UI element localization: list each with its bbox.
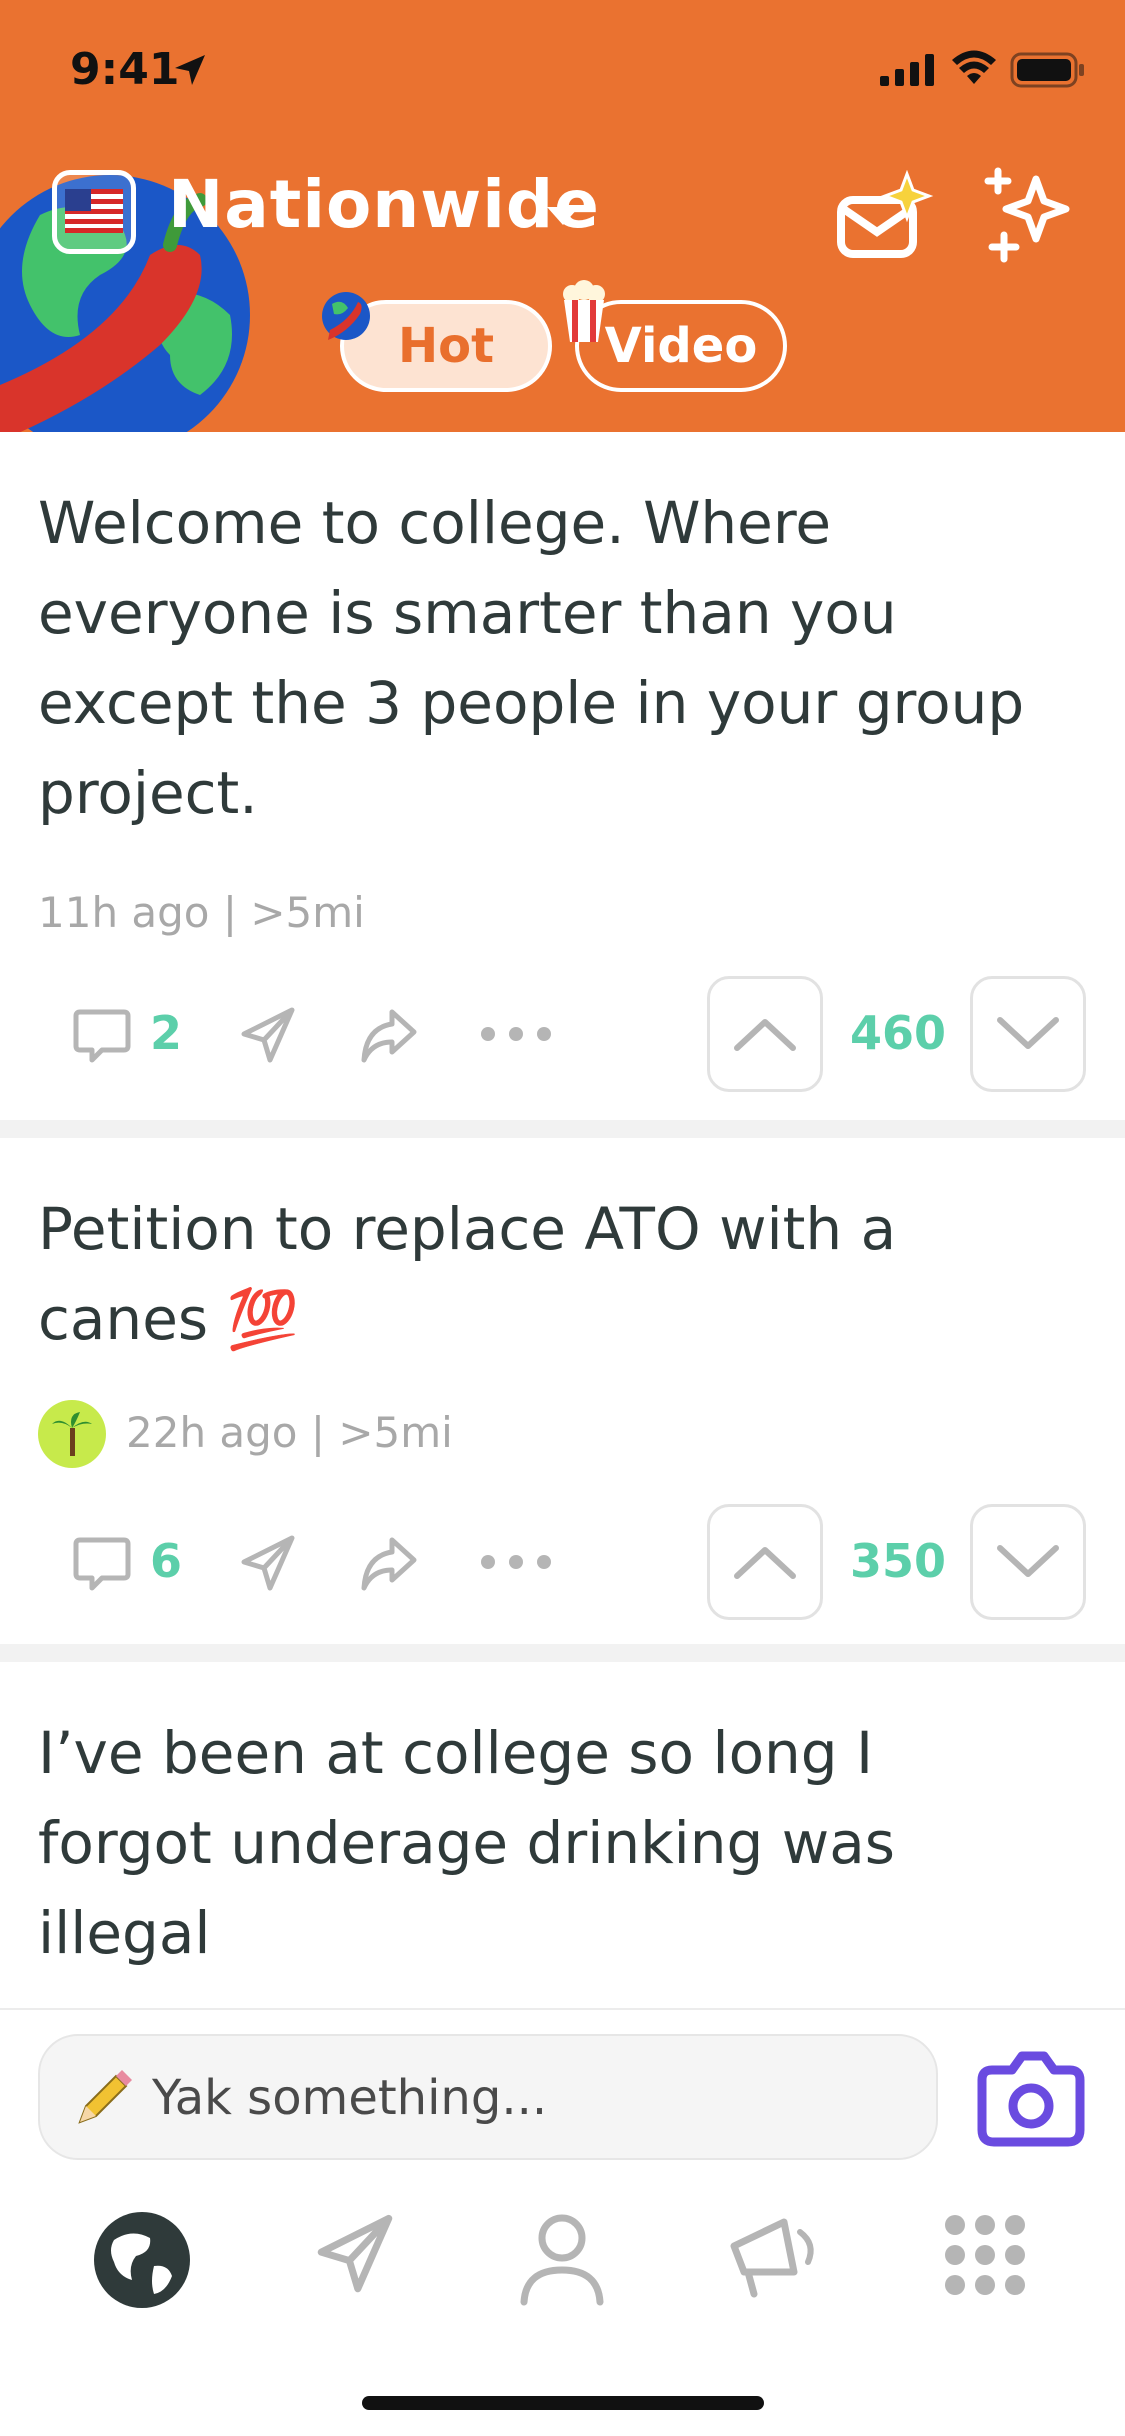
upvote-button[interactable] bbox=[707, 1504, 823, 1620]
post-divider bbox=[0, 1120, 1125, 1138]
avatar bbox=[38, 1400, 106, 1468]
chevron-down-icon bbox=[997, 1017, 1059, 1049]
sparkles-icon[interactable] bbox=[978, 165, 1078, 265]
popcorn-icon bbox=[563, 280, 605, 342]
post-meta: 22h ago | >5mi bbox=[126, 1408, 453, 1457]
send-icon[interactable] bbox=[236, 1004, 300, 1068]
post-card[interactable]: Welcome to college. Where everyone is sm… bbox=[0, 432, 1125, 1120]
home-indicator bbox=[362, 2396, 764, 2410]
comment-count: 2 bbox=[150, 1006, 183, 1060]
comment-icon[interactable] bbox=[70, 1532, 134, 1596]
post-card[interactable]: I’ve been at college so long I forgot un… bbox=[0, 1662, 1125, 2008]
more-icon[interactable] bbox=[478, 1552, 554, 1572]
compose-input[interactable]: Yak something... bbox=[38, 2034, 938, 2160]
upvote-button[interactable] bbox=[707, 976, 823, 1092]
send-icon[interactable] bbox=[236, 1532, 300, 1596]
mail-sparkle-icon[interactable] bbox=[835, 170, 935, 266]
post-text: Welcome to college. Where everyone is sm… bbox=[38, 489, 1025, 827]
post-text: I’ve been at college so long I forgot un… bbox=[38, 1719, 896, 1967]
share-icon[interactable] bbox=[356, 1532, 420, 1596]
more-icon[interactable] bbox=[478, 1024, 554, 1044]
send-icon[interactable] bbox=[310, 2210, 400, 2300]
vote-count: 460 bbox=[849, 1006, 947, 1060]
downvote-button[interactable] bbox=[970, 976, 1086, 1092]
downvote-button[interactable] bbox=[970, 1504, 1086, 1620]
post-actions: 2 460 bbox=[0, 976, 1125, 1096]
palm-tree-icon bbox=[52, 1412, 92, 1456]
post-card[interactable]: Petition to replace ATO with a canes 💯 2… bbox=[0, 1138, 1125, 1644]
chevron-down-icon bbox=[997, 1545, 1059, 1577]
pencil-icon bbox=[78, 2070, 132, 2124]
chevron-up-icon bbox=[734, 1547, 796, 1579]
compose-separator bbox=[0, 2008, 1125, 2010]
compose-placeholder: Yak something... bbox=[152, 2070, 548, 2126]
location-selector[interactable]: Nationwide bbox=[168, 166, 600, 243]
flag-icon[interactable] bbox=[52, 170, 136, 254]
battery-icon bbox=[1010, 52, 1084, 88]
status-bar: 9:41 bbox=[0, 0, 1125, 140]
us-flag-icon bbox=[65, 189, 123, 233]
wifi-icon bbox=[952, 50, 996, 84]
post-meta: 11h ago | >5mi bbox=[38, 888, 365, 937]
comment-count: 6 bbox=[150, 1534, 183, 1588]
megaphone-icon[interactable] bbox=[724, 2210, 824, 2300]
status-time: 9:41 bbox=[70, 44, 180, 95]
post-actions: 6 350 bbox=[0, 1504, 1125, 1624]
vote-count: 350 bbox=[849, 1534, 947, 1588]
header-bar: 9:41 Nationwide Hot Video bbox=[0, 0, 1125, 432]
post-divider bbox=[0, 1644, 1125, 1662]
chevron-up-icon bbox=[734, 1019, 796, 1051]
chili-globe-icon bbox=[322, 292, 370, 340]
camera-icon[interactable] bbox=[976, 2046, 1086, 2150]
signal-icon bbox=[880, 54, 934, 86]
location-arrow-icon bbox=[175, 55, 205, 85]
post-text: Petition to replace ATO with a canes 💯 bbox=[38, 1195, 897, 1353]
chevron-down-icon[interactable] bbox=[545, 205, 581, 229]
profile-icon[interactable] bbox=[516, 2210, 608, 2306]
globe-icon[interactable] bbox=[92, 2210, 192, 2310]
share-icon[interactable] bbox=[356, 1004, 420, 1068]
comment-icon[interactable] bbox=[70, 1004, 134, 1068]
grid-icon[interactable] bbox=[940, 2210, 1030, 2300]
